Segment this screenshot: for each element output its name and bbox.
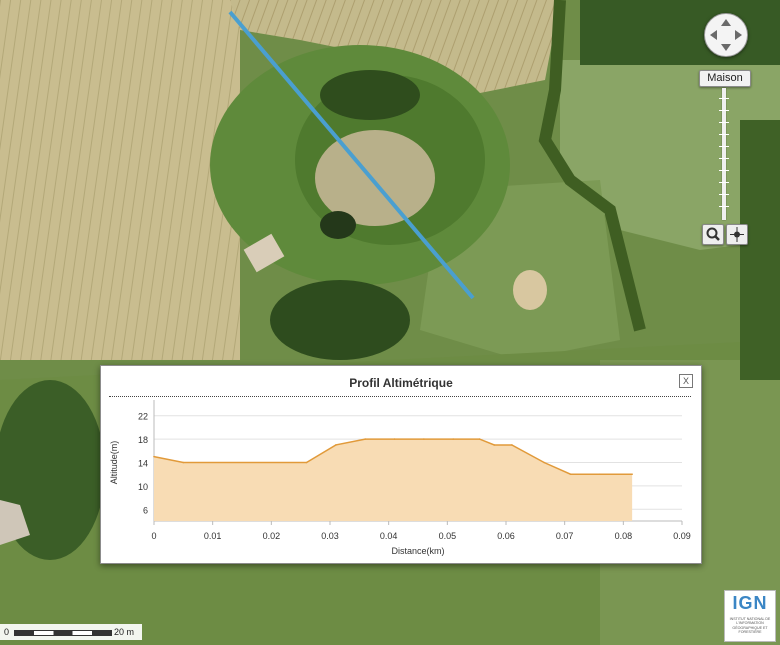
altitude-point: [153, 455, 155, 458]
zoom-tick[interactable]: [719, 134, 729, 135]
altitude-point: [631, 473, 633, 475]
altitude-point: [543, 461, 545, 464]
zoom-tick[interactable]: [719, 206, 729, 207]
y-tick-label: 22: [138, 412, 148, 422]
altitude-point: [452, 438, 455, 440]
altitude-point: [364, 438, 367, 440]
y-tick-label: 6: [143, 505, 148, 515]
x-tick-label: 0.03: [321, 531, 339, 541]
tree-bottom: [270, 280, 410, 360]
y-tick-label: 14: [138, 459, 148, 469]
wheat-field-left: [0, 0, 240, 360]
forest-top-right: [580, 0, 780, 65]
pan-down-arrow-icon[interactable]: [721, 44, 731, 51]
sand-patch: [513, 270, 547, 310]
pan-left-arrow-icon[interactable]: [710, 30, 717, 40]
zoom-tick[interactable]: [719, 158, 729, 159]
search-button[interactable]: [702, 224, 724, 245]
altitude-point: [511, 444, 513, 446]
y-tick-label: 10: [138, 482, 148, 492]
scale-distance-label: 20 m: [114, 627, 135, 637]
altitude-point: [493, 444, 496, 446]
crosshair-icon: [730, 227, 744, 242]
scale-zero-label: 0: [4, 627, 10, 637]
altitude-point: [305, 461, 308, 464]
ign-logo[interactable]: IGN Institut national de l'information g…: [724, 590, 776, 642]
y-tick-label: 18: [138, 435, 148, 445]
altitude-point: [423, 438, 425, 440]
forest-right-edge: [740, 120, 780, 380]
center-button[interactable]: [726, 224, 748, 245]
zoom-tick[interactable]: [719, 182, 729, 183]
x-tick-label: 0.01: [204, 531, 222, 541]
x-tick-label: 0.06: [497, 531, 515, 541]
ign-logo-subtitle: Institut national de l'information géogr…: [729, 617, 771, 634]
home-button[interactable]: Maison: [699, 70, 751, 87]
altitude-point: [569, 473, 572, 475]
x-tick-label: 0: [151, 531, 156, 541]
pan-right-arrow-icon[interactable]: [735, 30, 742, 40]
x-tick-label: 0.04: [380, 531, 398, 541]
altitude-point: [599, 473, 601, 475]
magnifier-icon: [706, 227, 720, 241]
pan-control[interactable]: [704, 13, 748, 57]
x-tick-label: 0.08: [615, 531, 633, 541]
pan-up-arrow-icon[interactable]: [721, 19, 731, 26]
scale-bar: 0 20 m: [0, 624, 142, 640]
profile-panel: Profil Altimétrique X 6 10 14 18 22 0 0.01 0.02…: [100, 365, 702, 564]
zoom-tick[interactable]: [719, 98, 729, 99]
x-tick-label: 0.07: [556, 531, 574, 541]
x-axis-label: Distance(km): [391, 546, 444, 556]
zoom-tick[interactable]: [719, 122, 729, 123]
altitude-point: [335, 444, 337, 446]
x-tick-label: 0.09: [673, 531, 691, 541]
altitude-area: [154, 439, 633, 521]
zoom-tick[interactable]: [719, 194, 729, 195]
zoom-tick[interactable]: [719, 170, 729, 171]
zoom-slider[interactable]: [719, 88, 729, 220]
altitude-point: [393, 438, 396, 440]
x-tick-label: 0.05: [439, 531, 457, 541]
x-tick-label: 0.02: [263, 531, 281, 541]
ign-logo-letters: IGN: [732, 593, 768, 613]
scale-line: [14, 630, 112, 636]
zoom-tick[interactable]: [719, 146, 729, 147]
zoom-tick[interactable]: [719, 110, 729, 111]
altitude-point: [478, 438, 481, 440]
y-axis-label: Altitude(m): [109, 441, 119, 485]
tree-cluster: [320, 70, 420, 120]
tree-shadow: [320, 211, 356, 239]
altitude-point: [182, 461, 185, 464]
profile-chart: 6 10 14 18 22 0 0.01 0.02 0.03 0.04 0.05 0.06 0.07 0.…: [109, 400, 691, 556]
